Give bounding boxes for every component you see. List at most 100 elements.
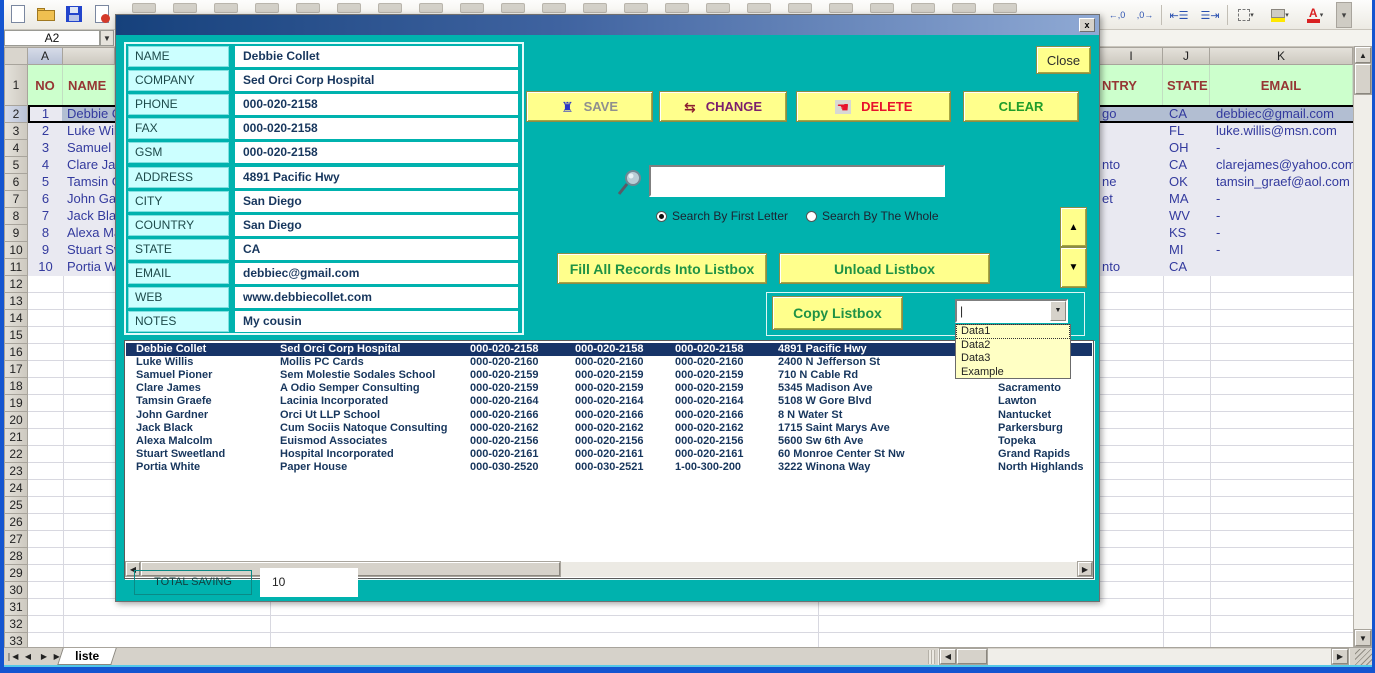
scroll-right-icon[interactable]: ▶ [1332,649,1348,664]
row-header-23[interactable]: 23 [4,463,28,480]
cell-name[interactable]: John Gardner [63,191,115,208]
fill-color-icon[interactable]: ▾ [1264,3,1296,27]
next-sheet-icon[interactable]: ▶ [36,649,52,664]
toolbar-icon[interactable] [747,3,771,13]
open-icon[interactable] [36,4,58,26]
row-header-19[interactable]: 19 [4,395,28,412]
copy-target-combobox[interactable]: | ▼ [955,299,1068,323]
cell-country[interactable] [1100,140,1163,157]
row-header-9[interactable]: 9 [4,225,28,242]
sheet-tab-liste[interactable]: liste [57,648,117,665]
row-header-32[interactable]: 32 [4,616,28,633]
resize-grip[interactable] [1355,649,1372,665]
row-header-2[interactable]: 2 [4,106,28,123]
scroll-down-icon[interactable]: ▼ [1355,630,1371,646]
listbox-row[interactable]: Luke WillisMollis PC Cards000-020-216000… [126,356,1092,369]
total-saving-value[interactable]: 10 [260,568,358,597]
field-value-web[interactable]: www.debbiecollet.com [235,287,518,308]
header-cell-country[interactable]: NTRY [1100,65,1163,106]
cell-email[interactable]: - [1210,191,1353,208]
row-header-28[interactable]: 28 [4,548,28,565]
field-value-company[interactable]: Sed Orci Corp Hospital [235,70,518,91]
row-header-22[interactable]: 22 [4,446,28,463]
toolbar-icon[interactable] [542,3,566,13]
decrease-indent-icon[interactable]: ⇤☰ [1165,3,1193,27]
toolbar-options-icon[interactable]: ▾ [1336,2,1352,28]
cell-no[interactable]: 9 [28,242,63,259]
toolbar-icon[interactable] [378,3,402,13]
cell-no[interactable]: 8 [28,225,63,242]
userform-title-bar[interactable]: x [116,15,1099,35]
cell-no[interactable]: 10 [28,259,63,276]
row-header-31[interactable]: 31 [4,599,28,616]
close-button[interactable]: Close [1036,46,1091,74]
row-header-18[interactable]: 18 [4,378,28,395]
cell-no[interactable]: 4 [28,157,63,174]
field-value-email[interactable]: debbiec@gmail.com [235,263,518,284]
row-header-14[interactable]: 14 [4,310,28,327]
prev-sheet-icon[interactable]: ◀ [20,649,36,664]
cell-state[interactable]: MA [1163,191,1210,208]
vertical-scrollbar[interactable]: ▲ ▼ [1353,47,1372,647]
cell-state[interactable]: WV [1163,208,1210,225]
cell-email[interactable]: - [1210,140,1353,157]
listbox-row[interactable]: Debbie ColletSed Orci Corp Hospital000-0… [126,343,1092,356]
column-header-j[interactable]: J [1163,47,1210,65]
cell-email[interactable] [1210,259,1353,276]
dropdown-option-data1[interactable]: Data1 [957,325,1069,338]
name-box[interactable]: A2 [4,30,100,46]
header-cell-state[interactable]: STATE [1163,65,1210,106]
cell-no[interactable]: 7 [28,208,63,225]
dropdown-option-example[interactable]: Example [957,366,1069,379]
header-cell-name[interactable]: NAME [63,65,115,106]
combo-dropdown-icon[interactable]: ▼ [1050,301,1066,321]
spin-up-button[interactable]: ▲ [1060,207,1087,247]
cell-name[interactable]: Samuel Pioner [63,140,115,157]
row-header-30[interactable]: 30 [4,582,28,599]
toolbar-icon[interactable] [911,3,935,13]
row-header-6[interactable]: 6 [4,174,28,191]
toolbar-icon[interactable] [870,3,894,13]
listbox-row[interactable]: John GardnerOrci Ut LLP School000-020-21… [126,409,1092,422]
name-box-dropdown-icon[interactable]: ▼ [100,30,114,46]
increase-indent-icon[interactable]: ☰⇥ [1196,3,1224,27]
save-icon[interactable] [64,4,86,26]
cell-name[interactable]: Jack Black [63,208,115,225]
cell-name[interactable]: Luke Willis [63,123,115,140]
print-preview-icon[interactable] [92,4,114,26]
toolbar-icon[interactable] [255,3,279,13]
row-header-13[interactable]: 13 [4,293,28,310]
close-icon[interactable]: x [1079,18,1095,32]
listbox-row[interactable]: Clare JamesA Odio Semper Consulting000-0… [126,382,1092,395]
listbox-row[interactable]: Tamsin GraefeLacinia Incorporated000-020… [126,395,1092,408]
toolbar-icon[interactable] [419,3,443,13]
cell-state[interactable]: KS [1163,225,1210,242]
column-header-b[interactable] [63,47,115,65]
row-header-21[interactable]: 21 [4,429,28,446]
fill-records-button[interactable]: Fill All Records Into Listbox [557,253,767,284]
radio-search-whole[interactable]: Search By The Whole [806,209,939,223]
unload-listbox-button[interactable]: Unload Listbox [779,253,990,284]
toolbar-icon[interactable] [706,3,730,13]
cell-name[interactable]: Tamsin Graefe [63,174,115,191]
clear-button[interactable]: CLEAR [963,91,1079,122]
horizontal-scrollbar[interactable]: ◀ ▶ [938,649,1350,665]
row-header-27[interactable]: 27 [4,531,28,548]
field-value-phone[interactable]: 000-020-2158 [235,94,518,115]
borders-icon[interactable]: ▾ [1231,3,1261,27]
cell-email[interactable]: clarejames@yahoo.com [1210,157,1353,174]
cell-country[interactable] [1100,208,1163,225]
field-value-gsm[interactable]: 000-020-2158 [235,142,518,163]
row-header-20[interactable]: 20 [4,412,28,429]
row-header-10[interactable]: 10 [4,242,28,259]
listbox-row[interactable]: Samuel PionerSem Molestie Sodales School… [126,369,1092,382]
tab-split-handle[interactable] [928,650,935,664]
cell-state[interactable]: OH [1163,140,1210,157]
toolbar-icon[interactable] [296,3,320,13]
change-button[interactable]: ⇆CHANGE [659,91,787,122]
cell-state[interactable]: CA [1163,259,1210,276]
new-icon[interactable] [8,4,30,26]
header-cell-no[interactable]: NO [28,65,63,106]
listbox-scroll-right-icon[interactable]: ▶ [1078,562,1092,576]
listbox-row[interactable]: Jack BlackCum Sociis Natoque Consulting0… [126,422,1092,435]
